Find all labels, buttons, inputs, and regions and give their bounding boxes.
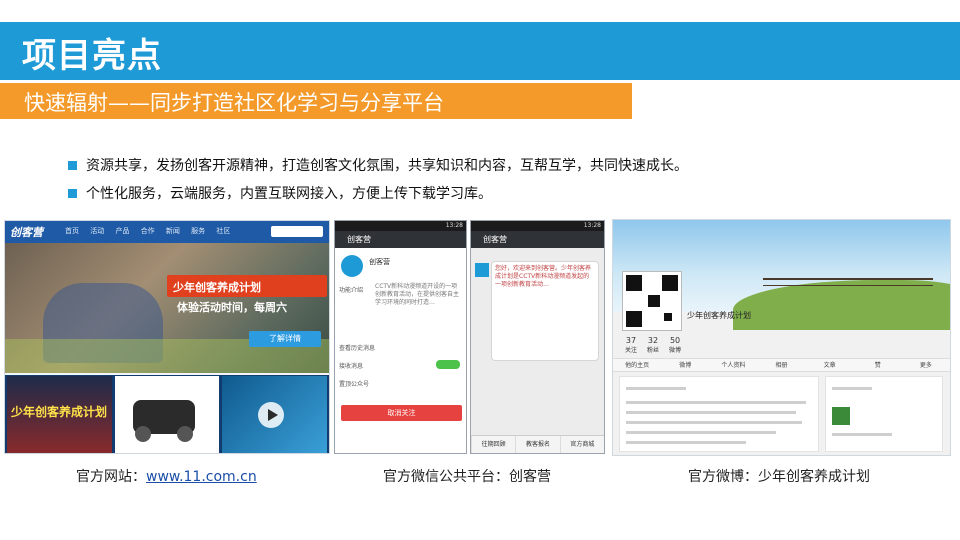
weibo-feed: [619, 376, 819, 452]
row-receive: 接收消息: [339, 363, 364, 370]
hero-badge: 少年创客养成计划: [167, 275, 327, 297]
chat-tab: 官方商城: [559, 436, 604, 453]
weibo-tab: 微博: [679, 362, 692, 369]
chat-tab: 教客报名: [515, 436, 559, 453]
thumbnail-text: 少年创客养成计划: [11, 405, 108, 419]
page-subtitle: 快速辐射——同步打造社区化学习与分享平台: [24, 91, 444, 115]
bullet-square-icon: [68, 188, 77, 198]
subtitle-bar: 快速辐射——同步打造社区化学习与分享平台: [0, 83, 632, 119]
unfollow-button: 取消关注: [341, 405, 462, 421]
weibo-tab: 个人资料: [721, 362, 746, 369]
account-name: 创客营: [369, 258, 390, 266]
wheel-icon: [176, 426, 193, 442]
receive-toggle: [436, 360, 460, 369]
website-search-input: [271, 226, 323, 237]
website-screenshot: 创客营 首页 活动 产品 合作 新闻 服务 社区 少年创客养成计划 体验活动时间…: [4, 220, 330, 454]
qr-code-icon: [622, 271, 682, 331]
wechat-profile-screenshot: 13:28 创客营 创客营 功能介绍 CCTV新科动漫频道开设的一项创新教育活动…: [334, 220, 467, 454]
weibo-tab: 赞: [874, 362, 881, 369]
row-top: 置顶公众号: [339, 381, 370, 388]
website-thumbnails: 少年创客养成计划: [5, 375, 329, 453]
stat-posts: 50 微博: [669, 336, 682, 354]
account-logo: [341, 255, 363, 277]
stat-fans: 32 粉丝: [647, 336, 660, 354]
thumbnail-video: [222, 376, 328, 453]
website-link[interactable]: www.11.com.cn: [146, 469, 257, 485]
bullet-text: 资源共享，发扬创客开源精神，打造创客文化氛围，共享知识和内容，互帮互学，共同快速…: [86, 158, 688, 174]
phone-header: 创客营: [471, 231, 604, 248]
weibo-stats: 37 关注 32 粉丝 50 微博: [625, 336, 681, 354]
bullet-list: 资源共享，发扬创客开源精神，打造创客文化氛围，共享知识和内容，互帮互学，共同快速…: [68, 152, 688, 208]
website-caption-label: 官方网站：: [76, 469, 146, 485]
play-triangle-icon: [268, 409, 279, 421]
website-nav-bar: 创客营 首页 活动 产品 合作 新闻 服务 社区: [5, 221, 329, 243]
account-description: CCTV新科动漫频道开设的一项创新教育活动，在提供创客自主学习环境的同时打造…: [375, 283, 460, 306]
chat-tab: 往期回顾: [471, 436, 515, 453]
weibo-tabs: 他的主页 微博 个人资料 相册 文章 赞 更多: [613, 358, 950, 372]
chat-avatar: [475, 263, 489, 277]
website-caption: 官方网站：www.11.com.cn: [76, 466, 257, 486]
weibo-account-name: 少年创客养成计划: [687, 311, 751, 320]
chat-menu-bar: 往期回顾 教客报名 官方商城: [471, 435, 604, 453]
wechat-chat-screenshot: 13:28 创客营 您好，欢迎来到创客营。少年创客养成计划是CCTV新科动漫频道…: [470, 220, 605, 454]
thumbnail-event: 少年创客养成计划: [7, 376, 112, 453]
website-hero-image: 少年创客养成计划 体验活动时间，每周六 了解详情: [5, 243, 329, 373]
hero-time: 体验活动时间，每周六: [177, 301, 287, 314]
row-history: 查看历史消息: [339, 345, 376, 352]
weibo-tab: 相册: [775, 362, 788, 369]
page-title: 项目亮点: [22, 36, 162, 76]
bullet-item: 资源共享，发扬创客开源精神，打造创客文化氛围，共享知识和内容，互帮互学，共同快速…: [68, 152, 688, 178]
phone-header: 创客营: [335, 231, 466, 248]
chat-message: 您好，欢迎来到创客营。少年创客养成计划是CCTV新科动漫频道发起的一项创新教育活…: [491, 261, 599, 361]
weibo-caption: 官方微博：少年创客养成计划: [688, 469, 870, 485]
sidebar-thumbnail: [832, 407, 850, 425]
phone-status-bar: 13:28: [335, 221, 466, 231]
weibo-sidebar: [825, 376, 943, 452]
wheel-icon: [134, 426, 151, 442]
banner-fence: [763, 278, 933, 286]
row-intro-label: 功能介绍: [339, 287, 364, 294]
title-bar: 项目亮点: [0, 22, 960, 80]
website-logo: 创客营: [10, 226, 43, 239]
thumbnail-robot: [114, 376, 220, 453]
phone-status-bar: 13:28: [471, 221, 604, 231]
wechat-caption: 官方微信公共平台：创客营: [383, 469, 551, 485]
bullet-item: 个性化服务，云端服务，内置互联网接入，方便上传下载学习库。: [68, 180, 688, 206]
stat-follow: 37 关注: [625, 336, 638, 354]
bullet-square-icon: [68, 160, 77, 170]
hero-detail-button: 了解详情: [249, 331, 321, 347]
bullet-text: 个性化服务，云端服务，内置互联网接入，方便上传下载学习库。: [86, 186, 492, 202]
weibo-tab: 更多: [919, 362, 932, 369]
website-nav-items: 首页 活动 产品 合作 新闻 服务 社区: [65, 227, 231, 235]
weibo-tab: 他的主页: [625, 362, 650, 369]
weibo-screenshot: 少年创客养成计划 37 关注 32 粉丝 50 微博 他的主页 微博 个人资料 相册 …: [612, 219, 951, 456]
weibo-tab: 文章: [823, 362, 836, 369]
